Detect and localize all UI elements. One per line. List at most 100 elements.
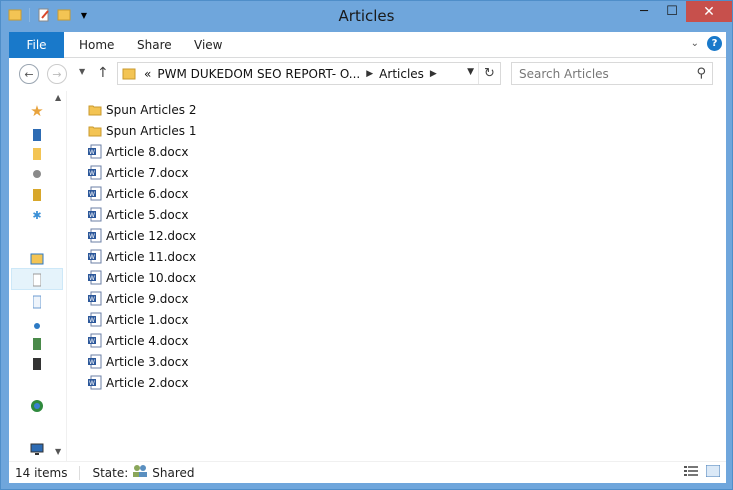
- videos-icon[interactable]: [29, 356, 45, 372]
- word-document-icon: W: [87, 165, 103, 181]
- file-name: Article 7.docx: [106, 165, 189, 180]
- list-item[interactable]: W Article 12.docx: [87, 225, 196, 246]
- forward-button[interactable]: →: [47, 64, 67, 84]
- list-item[interactable]: W Article 5.docx: [87, 204, 196, 225]
- word-document-icon: W: [87, 207, 103, 223]
- word-document-icon: W: [87, 312, 103, 328]
- help-icon[interactable]: ?: [707, 36, 722, 51]
- address-toolbar: ← → ▼ ↑ « PWM DUKEDOM SEO REPORT- O... ▶…: [9, 58, 726, 91]
- breadcrumb-item[interactable]: PWM DUKEDOM SEO REPORT- O...: [157, 67, 360, 81]
- svg-text:W: W: [89, 296, 95, 303]
- state-label: State:: [92, 465, 129, 480]
- list-item[interactable]: W Article 7.docx: [87, 162, 196, 183]
- file-name: Article 10.docx: [106, 270, 197, 285]
- up-button[interactable]: ↑: [97, 65, 109, 81]
- item-count: 14 items: [15, 465, 68, 480]
- explorer-window: ▼ Articles ─ ☐ ✕ File Home Share View ⌄ …: [0, 0, 733, 490]
- dropbox-icon[interactable]: [29, 166, 45, 182]
- folder-icon: [87, 123, 103, 139]
- file-name: Article 4.docx: [106, 333, 189, 348]
- list-item[interactable]: Spun Articles 1: [87, 120, 196, 141]
- downloads-folder-icon[interactable]: [29, 146, 45, 162]
- music-icon[interactable]: [29, 294, 45, 310]
- onedrive-icon[interactable]: [29, 317, 45, 333]
- svg-text:W: W: [89, 338, 95, 345]
- file-name: Article 1.docx: [106, 312, 189, 327]
- nav-scrollbar[interactable]: ▲ ▼: [53, 91, 66, 461]
- file-name: Article 6.docx: [106, 186, 189, 201]
- favorites-star-icon[interactable]: ★: [29, 102, 45, 120]
- list-item[interactable]: W Article 1.docx: [87, 309, 196, 330]
- svg-text:W: W: [89, 170, 95, 177]
- desktop-icon[interactable]: [29, 127, 45, 143]
- folder-icon: [87, 102, 103, 118]
- breadcrumb-item[interactable]: Articles: [379, 67, 424, 81]
- address-bar[interactable]: « PWM DUKEDOM SEO REPORT- O... ▶ Article…: [117, 62, 501, 85]
- search-icon[interactable]: ⚲: [696, 66, 706, 81]
- maximize-button[interactable]: ☐: [658, 1, 686, 22]
- word-document-icon: W: [87, 228, 103, 244]
- recent-locations-icon[interactable]: ▼: [79, 67, 85, 76]
- tab-share[interactable]: Share: [137, 32, 172, 58]
- scroll-up-icon[interactable]: ▲: [55, 93, 61, 102]
- list-item[interactable]: Spun Articles 2: [87, 99, 196, 120]
- list-item[interactable]: W Article 11.docx: [87, 246, 196, 267]
- tab-home[interactable]: Home: [79, 32, 114, 58]
- ribbon-controls: ⌄ ?: [691, 36, 722, 51]
- svg-text:W: W: [89, 149, 95, 156]
- pictures-library-icon[interactable]: [29, 336, 45, 352]
- details-view-icon[interactable]: [684, 465, 698, 480]
- svg-text:W: W: [89, 317, 95, 324]
- libraries-icon[interactable]: [29, 251, 45, 267]
- search-input[interactable]: Search Articles: [519, 67, 609, 81]
- svg-text:W: W: [89, 275, 95, 282]
- word-document-icon: W: [87, 291, 103, 307]
- list-item[interactable]: W Article 3.docx: [87, 351, 196, 372]
- minimize-button[interactable]: ─: [630, 1, 658, 22]
- file-name: Article 8.docx: [106, 144, 189, 159]
- ribbon-tabs: File Home Share View ⌄ ?: [9, 32, 726, 58]
- tab-file[interactable]: File: [9, 32, 64, 58]
- list-item[interactable]: W Article 2.docx: [87, 372, 196, 393]
- refresh-button[interactable]: ↻: [478, 63, 500, 84]
- list-item[interactable]: W Article 9.docx: [87, 288, 196, 309]
- file-name: Article 11.docx: [106, 249, 197, 264]
- status-bar: 14 items State: Shared: [9, 461, 726, 483]
- folder-icon: [122, 66, 138, 82]
- search-box[interactable]: Search Articles ⚲: [511, 62, 713, 85]
- list-item[interactable]: W Article 10.docx: [87, 267, 196, 288]
- homegroup-icon[interactable]: [29, 398, 45, 414]
- word-document-icon: W: [87, 186, 103, 202]
- main-area: ★ ✱ ▲ ▼ Spun Articles 2 Spun Articles 1 …: [9, 91, 726, 461]
- list-item[interactable]: W Article 6.docx: [87, 183, 196, 204]
- word-document-icon: W: [87, 354, 103, 370]
- svg-text:W: W: [89, 380, 95, 387]
- status-separator: [79, 465, 81, 480]
- back-button[interactable]: ←: [19, 64, 39, 84]
- chevron-right-icon[interactable]: ▶: [430, 69, 437, 79]
- file-list: Spun Articles 2 Spun Articles 1 W Article…: [87, 99, 196, 393]
- scroll-down-icon[interactable]: ▼: [55, 447, 61, 456]
- chevron-right-icon[interactable]: ▶: [366, 69, 373, 79]
- svg-text:W: W: [89, 233, 95, 240]
- expand-ribbon-icon[interactable]: ⌄: [691, 38, 699, 49]
- word-document-icon: W: [87, 270, 103, 286]
- pictures-icon[interactable]: [29, 187, 45, 203]
- chevron-down-icon[interactable]: ▼: [467, 67, 474, 77]
- file-name: Article 3.docx: [106, 354, 189, 369]
- breadcrumb: « PWM DUKEDOM SEO REPORT- O... ▶ Article…: [144, 67, 437, 81]
- list-item[interactable]: W Article 8.docx: [87, 141, 196, 162]
- svg-text:W: W: [89, 254, 95, 261]
- breadcrumb-overflow[interactable]: «: [144, 67, 151, 81]
- svg-text:W: W: [89, 212, 95, 219]
- documents-icon[interactable]: [29, 272, 45, 288]
- large-icons-view-icon[interactable]: [705, 464, 721, 480]
- title-bar[interactable]: ▼ Articles ─ ☐ ✕: [1, 1, 732, 32]
- tab-view[interactable]: View: [194, 32, 222, 58]
- word-document-icon: W: [87, 249, 103, 265]
- close-button[interactable]: ✕: [686, 1, 732, 22]
- computer-icon[interactable]: [29, 441, 45, 457]
- bluetooth-icon[interactable]: ✱: [29, 207, 45, 223]
- list-item[interactable]: W Article 4.docx: [87, 330, 196, 351]
- word-document-icon: W: [87, 375, 103, 391]
